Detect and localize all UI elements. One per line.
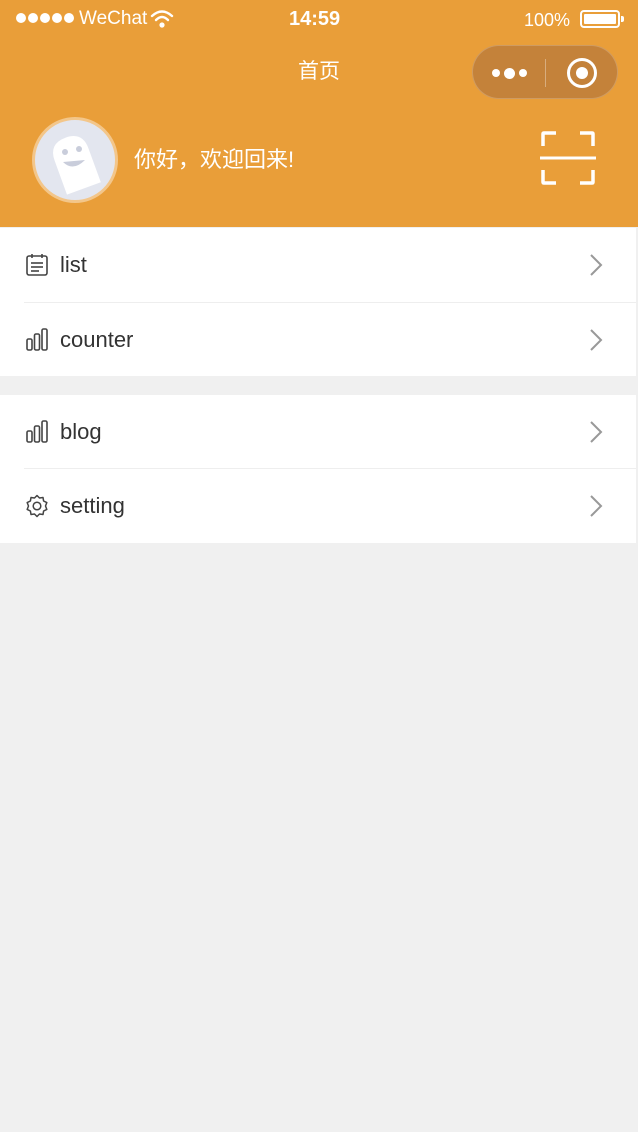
clock: 14:59 [289,8,341,30]
menu-item-label: list [60,252,87,277]
menu-item-list[interactable]: list [0,228,636,302]
carrier-label: WeChat [79,8,148,29]
more-dots-icon[interactable] [489,58,529,88]
list-icon [26,254,48,276]
menu-item-label: blog [60,419,102,444]
bar-chart-icon [26,420,48,443]
chevron-right-icon [590,329,603,351]
miniprogram-capsule [472,45,618,99]
menu-group-1: list counter [0,228,636,376]
battery-percent: 100% [524,10,571,30]
target-circle-icon[interactable] [567,58,597,88]
menu-group-2: blog setting [0,395,636,543]
greeting-text: 你好，欢迎回来! [134,147,295,172]
signal-dots-icon [16,13,74,23]
status-bar: WeChat 14:59 100% [0,0,638,40]
capsule-divider [545,59,546,87]
menu-item-counter[interactable]: counter [0,303,636,377]
scan-icon[interactable] [540,130,596,186]
menu-item-blog[interactable]: blog [0,395,636,469]
chevron-right-icon [590,421,603,443]
bar-chart-icon [26,328,48,351]
chevron-right-icon [590,254,603,276]
chevron-right-icon [590,495,603,517]
menu-item-label: counter [60,327,134,352]
ghost-avatar-icon[interactable] [32,117,118,203]
battery-full-icon [580,10,624,28]
menu-item-setting[interactable]: setting [0,469,636,543]
wifi-icon [150,10,174,28]
gear-icon [26,494,48,518]
menu-item-label: setting [60,493,125,518]
